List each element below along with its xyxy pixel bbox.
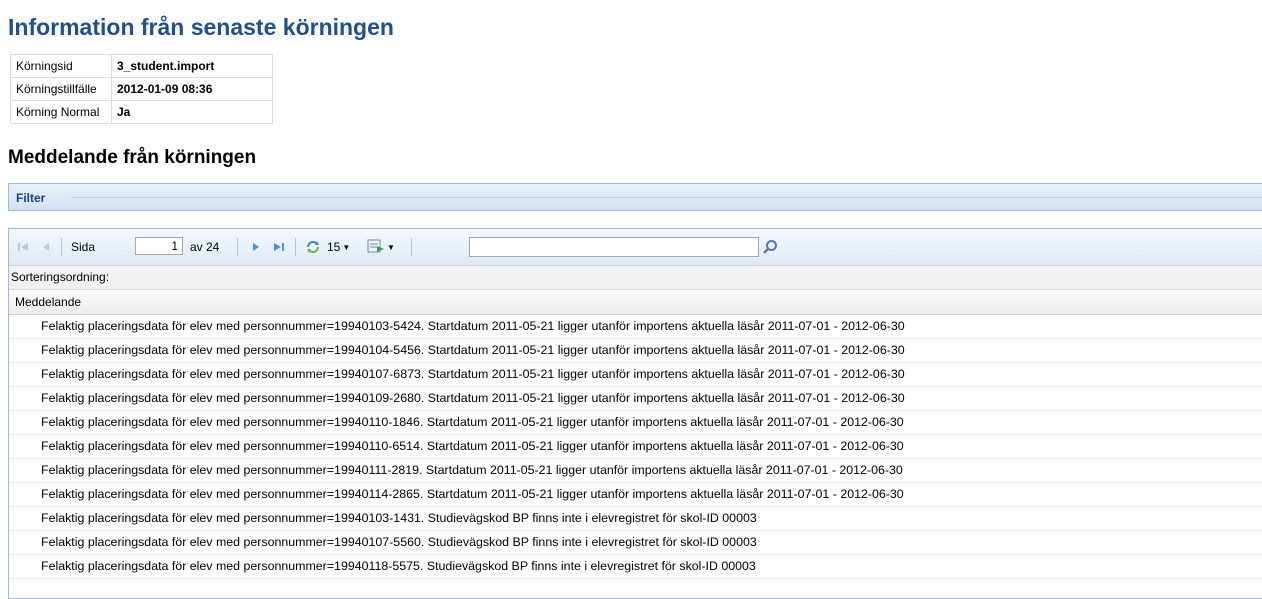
toolbar-separator: [61, 238, 62, 256]
info-label: Körningsid: [10, 54, 112, 78]
filter-divider: [71, 197, 1262, 198]
page-title: Information från senaste körningen: [8, 14, 394, 40]
chevron-down-icon: ▼: [387, 242, 395, 252]
page-number-input[interactable]: [135, 237, 183, 255]
column-header-meddelande[interactable]: Meddelande: [9, 290, 1262, 315]
export-icon: [367, 238, 385, 257]
paging-toolbar: Sida av 24 15 ▼ ▼: [9, 229, 1262, 266]
section-title: Meddelande från körningen: [8, 147, 257, 168]
table-row[interactable]: Felaktig placeringsdata för elev med per…: [9, 555, 1262, 579]
info-value: 2012-01-09 08:36: [111, 77, 273, 101]
search-input[interactable]: [469, 237, 759, 257]
toolbar-separator: [295, 238, 296, 256]
table-row[interactable]: Felaktig placeringsdata för elev med per…: [9, 339, 1262, 363]
page-count-label: av 24: [190, 240, 220, 254]
info-row: Körning Normal Ja: [10, 100, 273, 124]
sort-order-bar: Sorteringsordning:: [9, 266, 1262, 290]
prev-page-icon[interactable]: [41, 229, 51, 265]
toolbar-separator: [237, 238, 238, 256]
table-row[interactable]: Felaktig placeringsdata för elev med per…: [9, 363, 1262, 387]
refresh-icon[interactable]: [305, 229, 321, 265]
info-row: Körningsid 3_student.import: [10, 54, 273, 78]
toolbar-separator: [411, 238, 412, 256]
last-page-icon[interactable]: [273, 229, 285, 265]
message-grid: Sida av 24 15 ▼ ▼ Sorteringsordning:: [8, 228, 1262, 599]
info-label: Körning Normal: [10, 100, 112, 124]
table-row[interactable]: Felaktig placeringsdata för elev med per…: [9, 411, 1262, 435]
filter-label: Filter: [16, 191, 46, 205]
search-icon[interactable]: [762, 229, 778, 265]
info-table: Körningsid 3_student.import Körningstill…: [10, 54, 273, 124]
info-row: Körningstillfälle 2012-01-09 08:36: [10, 77, 273, 101]
export-menu[interactable]: ▼: [367, 229, 395, 265]
table-row[interactable]: Felaktig placeringsdata för elev med per…: [9, 315, 1262, 339]
info-value: Ja: [111, 100, 273, 124]
filter-panel-header[interactable]: Filter: [8, 183, 1262, 211]
info-value: 3_student.import: [111, 54, 273, 78]
table-row[interactable]: Felaktig placeringsdata för elev med per…: [9, 459, 1262, 483]
next-page-icon[interactable]: [251, 229, 261, 265]
chevron-down-icon: ▼: [342, 242, 351, 252]
table-row[interactable]: Felaktig placeringsdata för elev med per…: [9, 435, 1262, 459]
table-row[interactable]: Felaktig placeringsdata för elev med per…: [9, 531, 1262, 555]
page-size-selector[interactable]: 15 ▼: [327, 229, 350, 265]
page-label: Sida: [71, 240, 96, 254]
info-label: Körningstillfälle: [10, 77, 112, 101]
table-row[interactable]: Felaktig placeringsdata för elev med per…: [9, 483, 1262, 507]
table-row[interactable]: Felaktig placeringsdata för elev med per…: [9, 387, 1262, 411]
first-page-icon[interactable]: [17, 229, 29, 265]
table-row[interactable]: Felaktig placeringsdata för elev med per…: [9, 507, 1262, 531]
page-size-value: 15: [327, 240, 341, 254]
